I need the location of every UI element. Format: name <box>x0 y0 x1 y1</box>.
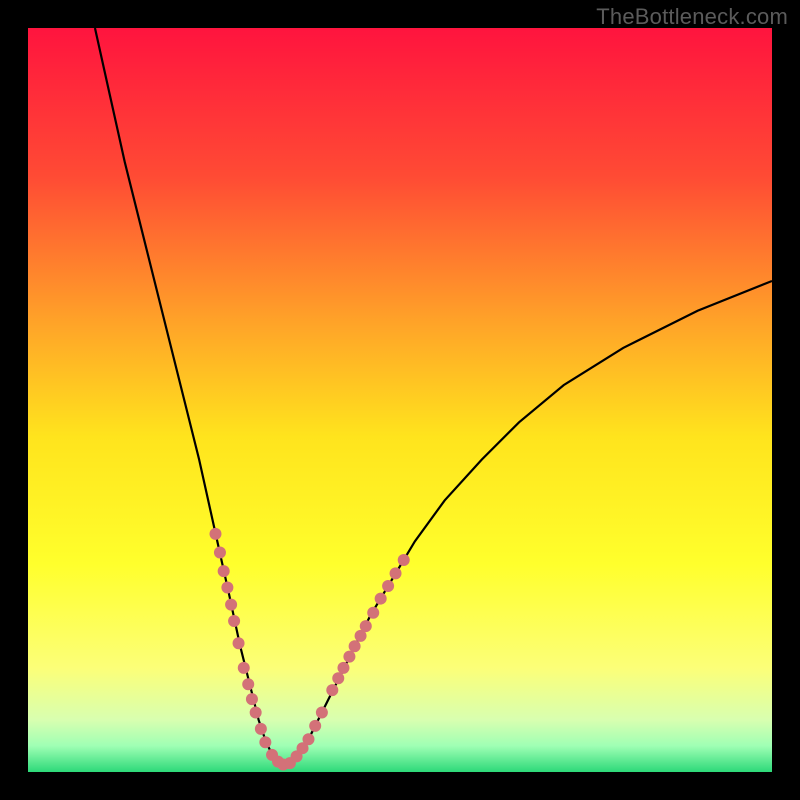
data-point <box>238 662 250 674</box>
data-point <box>259 736 271 748</box>
data-point <box>390 567 402 579</box>
data-point <box>316 706 328 718</box>
data-point <box>398 554 410 566</box>
data-point <box>367 607 379 619</box>
data-point <box>225 599 237 611</box>
data-point <box>337 662 349 674</box>
plot-area <box>28 28 772 772</box>
data-point <box>214 547 226 559</box>
data-point <box>309 720 321 732</box>
data-point <box>228 615 240 627</box>
data-point <box>221 581 233 593</box>
data-point <box>250 706 262 718</box>
data-point <box>242 678 254 690</box>
heatmap-background <box>28 28 772 772</box>
data-point <box>209 528 221 540</box>
watermark-text: TheBottleneck.com <box>596 4 788 30</box>
chart-frame: TheBottleneck.com <box>0 0 800 800</box>
data-point <box>343 651 355 663</box>
chart-svg <box>28 28 772 772</box>
data-point <box>255 723 267 735</box>
data-point <box>326 684 338 696</box>
data-point <box>218 565 230 577</box>
data-point <box>246 693 258 705</box>
data-point <box>332 672 344 684</box>
data-point <box>349 640 361 652</box>
data-point <box>233 637 245 649</box>
data-point <box>360 620 372 632</box>
data-point <box>382 580 394 592</box>
data-point <box>302 733 314 745</box>
data-point <box>375 593 387 605</box>
